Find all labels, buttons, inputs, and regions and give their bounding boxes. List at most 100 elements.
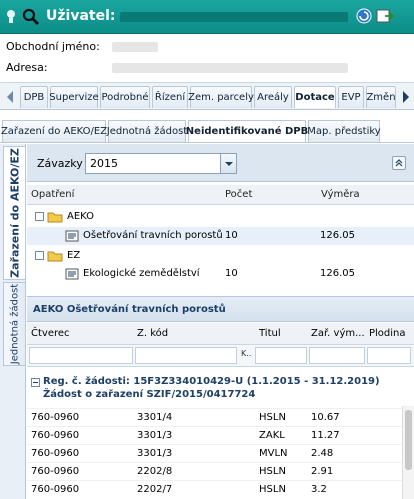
document-icon bbox=[65, 268, 79, 280]
collapse-up-icon[interactable] bbox=[392, 156, 406, 170]
cell-zkod: 3301/3 bbox=[137, 448, 173, 459]
cell-titul: MVLN bbox=[259, 448, 288, 459]
tree-node-ez[interactable]: EZ bbox=[27, 247, 414, 265]
tree-area: 126.05 bbox=[320, 268, 355, 279]
col-vymera: Výměra bbox=[321, 189, 360, 200]
col-plodina[interactable]: Plodina bbox=[369, 328, 406, 339]
col-pocet: Počet bbox=[225, 189, 253, 200]
magnifier-icon bbox=[22, 8, 40, 26]
year-select-value: 2015 bbox=[90, 157, 118, 170]
export-icon[interactable] bbox=[376, 8, 394, 24]
cell-zkod: 2202/8 bbox=[137, 466, 173, 477]
tree-node-osetrovani[interactable]: Ošetřování travních porostů 10 126.05 bbox=[27, 227, 414, 245]
tab-scroll-right-icon[interactable] bbox=[398, 87, 414, 107]
cell-vym: 3.2 bbox=[311, 484, 327, 495]
col-zar-vym[interactable]: Zař. vým... bbox=[311, 328, 365, 339]
cell-titul: HSLN bbox=[259, 484, 286, 495]
vtab-zarazeni-label: Zařazení do AEKO/EZ bbox=[8, 148, 21, 278]
tab-evp[interactable]: EVP bbox=[338, 86, 364, 108]
subtab-jednotna-zadost[interactable]: Jednotná žádost bbox=[107, 120, 187, 142]
year-select[interactable]: 2015 bbox=[85, 153, 237, 174]
filter-plodina-input[interactable] bbox=[367, 347, 411, 364]
user-info-panel: Obchodní jméno: Adresa: bbox=[0, 35, 414, 81]
filter-titul-input[interactable] bbox=[255, 347, 307, 364]
cell-ctverec: 760-0960 bbox=[31, 448, 80, 459]
tab-supervize[interactable]: Supervize bbox=[49, 86, 99, 108]
filter-ctverec-input[interactable] bbox=[29, 347, 133, 364]
vertical-tab-bar: Zařazení do AEKO/EZ Jednotná žádost bbox=[0, 144, 26, 499]
tab-scroll-left-icon[interactable] bbox=[2, 87, 18, 107]
scrollbar-thumb[interactable] bbox=[405, 410, 412, 470]
tree-count: 10 bbox=[225, 230, 238, 241]
table-row[interactable]: 760-0960 3301/3 MVLN 2.48 bbox=[27, 444, 414, 462]
filter-vym-input[interactable] bbox=[309, 347, 365, 364]
tree-node-ekologicke[interactable]: Ekologické zemědělství 10 126.05 bbox=[27, 265, 414, 283]
vtab-zarazeni[interactable]: Zařazení do AEKO/EZ bbox=[3, 146, 25, 280]
vtab-jednotna-zadost[interactable]: Jednotná žádost bbox=[3, 282, 25, 366]
filter-k-tag: K.. bbox=[241, 349, 252, 358]
cell-vym: 11.27 bbox=[311, 430, 340, 441]
subtab-neidentifikovane-dpb[interactable]: Neidentifikované DPB bbox=[186, 120, 308, 142]
group-request-line: Žádost o zařazení SZIF/2015/0417724 bbox=[43, 389, 256, 400]
chevron-down-icon[interactable] bbox=[220, 154, 236, 173]
folder-icon bbox=[47, 212, 63, 223]
subtab-map-predtisky[interactable]: Map. předstiky bbox=[307, 120, 381, 142]
col-titul[interactable]: Titul bbox=[259, 328, 281, 339]
collapse-group-icon[interactable] bbox=[31, 378, 40, 387]
folder-icon bbox=[47, 251, 63, 262]
collapse-node-icon[interactable] bbox=[35, 212, 44, 221]
table-row[interactable]: 760-0960 2202/7 HSLN 3.2 bbox=[27, 480, 414, 498]
group-header[interactable]: Reg. č. žádosti: 15F3Z334010429-U (1.1.2… bbox=[27, 371, 414, 405]
filter-bar: Závazky k 2015 bbox=[27, 144, 414, 182]
tab-arealy[interactable]: Areály bbox=[254, 86, 292, 108]
window-titlebar: Uživatel: bbox=[0, 0, 414, 34]
filter-zkod-input[interactable] bbox=[135, 347, 237, 364]
tree-count: 10 bbox=[225, 268, 238, 279]
vtab-jednotna-zadost-label: Jednotná žádost bbox=[9, 283, 20, 365]
address-label: Adresa: bbox=[6, 61, 48, 74]
main-tab-bar: DPB Supervize Podrobné Řízení Zem. parce… bbox=[0, 82, 414, 110]
sub-tab-bar: Zařazení do AEKO/EZ Jednotná žádost Neid… bbox=[0, 118, 414, 143]
cell-titul: HSLN bbox=[259, 466, 286, 477]
col-ctverec[interactable]: Čtverec bbox=[31, 328, 70, 339]
cell-ctverec: 760-0960 bbox=[31, 484, 80, 495]
collapse-node-icon[interactable] bbox=[35, 251, 44, 260]
tab-podrobne[interactable]: Podrobné bbox=[100, 86, 150, 108]
cell-zkod: 2202/7 bbox=[137, 484, 173, 495]
tab-dpb[interactable]: DPB bbox=[20, 86, 48, 108]
tab-zem-parcely[interactable]: Zem. parcely bbox=[188, 86, 254, 108]
cell-zkod: 3301/4 bbox=[137, 412, 173, 423]
tree-label: Ošetřování travních porostů bbox=[83, 230, 223, 241]
group-reg-line: Reg. č. žádosti: 15F3Z334010429-U (1.1.2… bbox=[43, 376, 380, 387]
cell-vym: 10.67 bbox=[311, 412, 340, 423]
subtab-zarazeni[interactable]: Zařazení do AEKO/EZ bbox=[1, 120, 107, 142]
cell-zkod: 3301/3 bbox=[137, 430, 173, 441]
cell-vym: 2.91 bbox=[311, 466, 334, 477]
tab-zmeny[interactable]: Změn bbox=[366, 86, 396, 108]
tree-label: Ekologické zemědělství bbox=[83, 268, 200, 279]
business-name-redacted bbox=[112, 42, 158, 52]
user-title: Uživatel: bbox=[46, 8, 116, 24]
tree-node-aeko[interactable]: AEKO bbox=[27, 208, 414, 226]
col-opatreni: Opatření bbox=[31, 189, 75, 200]
table-row[interactable]: 760-0960 3301/3 ZAKL 11.27 bbox=[27, 426, 414, 444]
detail-grid-header: Čtverec Z. kód Titul Zař. vým... Plodina bbox=[27, 323, 414, 345]
tab-rizeni[interactable]: Řízení bbox=[152, 86, 188, 108]
tree-header: Opatření Počet Výměra bbox=[27, 185, 414, 205]
table-row[interactable]: 760-0960 2202/8 HSLN 2.91 bbox=[27, 462, 414, 480]
tree-area: 126.05 bbox=[320, 230, 355, 241]
cell-ctverec: 760-0960 bbox=[31, 466, 80, 477]
detail-scrollbar[interactable] bbox=[402, 406, 414, 499]
cell-ctverec: 760-0960 bbox=[31, 412, 80, 423]
detail-section-title: AEKO Ošetřování travních porostů bbox=[27, 296, 414, 322]
user-name-redacted bbox=[120, 12, 348, 22]
document-icon bbox=[65, 230, 79, 242]
refresh-icon[interactable] bbox=[356, 8, 372, 24]
tab-dotace[interactable]: Dotace bbox=[294, 86, 336, 108]
cell-vym: 2.48 bbox=[311, 448, 334, 459]
address-redacted bbox=[112, 63, 348, 73]
cell-titul: HSLN bbox=[259, 412, 286, 423]
lightbulb-icon bbox=[7, 10, 15, 23]
col-zkod[interactable]: Z. kód bbox=[137, 328, 168, 339]
table-row[interactable]: 760-0960 3301/4 HSLN 10.67 bbox=[27, 408, 414, 426]
